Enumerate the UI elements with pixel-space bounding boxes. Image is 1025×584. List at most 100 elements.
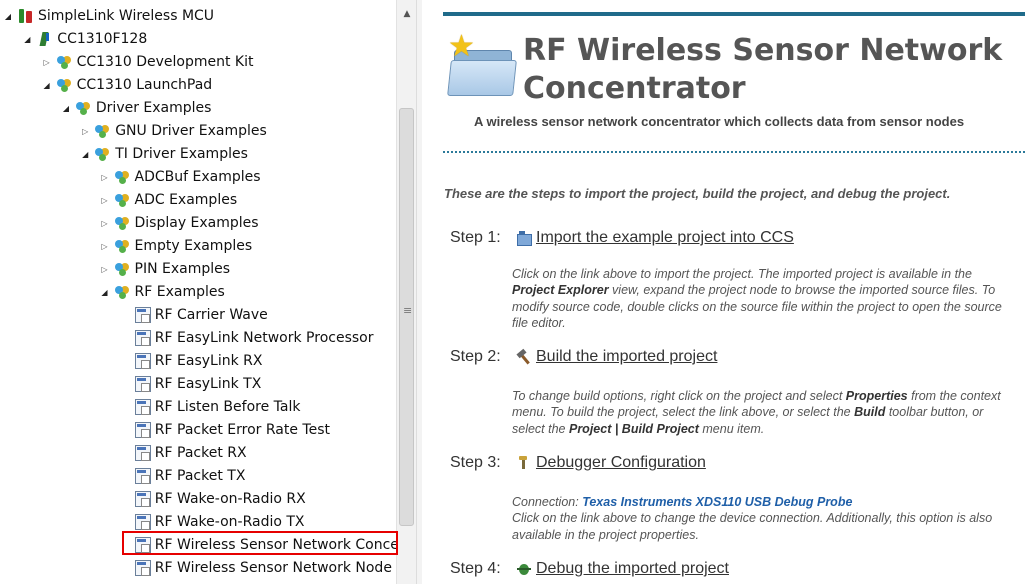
tree-item[interactable]: RF Packet RX: [118, 442, 247, 464]
tree-item[interactable]: RF Listen Before Talk: [118, 396, 301, 418]
debug-project-link[interactable]: Debug the imported project: [536, 560, 729, 578]
tree-item-label: ADC Examples: [134, 192, 238, 208]
tree-item-label: RF Wireless Sensor Network Node: [154, 560, 392, 576]
tree-item-label: RF Wake-on-Radio RX: [154, 491, 306, 507]
step-number: Step 1:: [450, 229, 501, 246]
package-icon: [114, 261, 131, 277]
debugger-configuration-link[interactable]: Debugger Configuration: [536, 454, 706, 472]
tree-item-label: RF Examples: [134, 284, 225, 300]
tree-item[interactable]: RF Wake-on-Radio RX: [118, 488, 306, 510]
collapse-arrow-icon[interactable]: ◢: [79, 150, 91, 159]
tree-item[interactable]: ◢ RF Examples: [99, 281, 225, 303]
example-project-icon: [134, 330, 151, 346]
tree-item-label: RF EasyLink RX: [154, 353, 263, 369]
tree-item[interactable]: ◢ Driver Examples: [60, 97, 212, 119]
step-1-description: Click on the link above to import the pr…: [512, 267, 1002, 331]
collapse-arrow-icon[interactable]: ◢: [41, 81, 53, 90]
tree-item[interactable]: RF EasyLink RX: [118, 350, 263, 372]
tree-item-label: SimpleLink Wireless MCU: [38, 8, 215, 24]
debugger-config-icon: [516, 455, 532, 471]
expand-arrow-icon[interactable]: ▷: [41, 58, 53, 67]
example-project-icon: [134, 307, 151, 323]
step-2-row: Step 2: Build the imported project: [450, 346, 717, 368]
tree-item[interactable]: ◢ TI Driver Examples: [79, 143, 248, 165]
tree-item[interactable]: RF Wake-on-Radio TX: [118, 511, 305, 533]
example-project-icon: [134, 353, 151, 369]
example-project-icon: [134, 468, 151, 484]
tree-item[interactable]: RF Carrier Wave: [118, 304, 268, 326]
step-3-description: Connection: Texas Instruments XDS110 USB…: [512, 495, 993, 542]
project-tree-panel: ◢ SimpleLink Wireless MCU ◢ CC1310F128 ▷ CC13…: [0, 0, 416, 584]
tree-item[interactable]: RF Wireless Sensor Network Node: [118, 557, 392, 579]
tree-item-label: RF Listen Before Talk: [154, 399, 301, 415]
tree-item-label: CC1310F128: [57, 31, 148, 47]
tree-item-label: TI Driver Examples: [115, 146, 248, 162]
scroll-thumb[interactable]: ≡: [399, 108, 414, 526]
build-project-link[interactable]: Build the imported project: [536, 348, 717, 366]
step-number: Step 3:: [450, 454, 501, 471]
tree-item[interactable]: RF EasyLink TX: [118, 373, 261, 395]
project-folder-icon: ★: [446, 32, 517, 96]
package-icon: [114, 284, 131, 300]
device-chip-icon: [37, 31, 53, 47]
expand-arrow-icon[interactable]: ▷: [99, 265, 111, 274]
collapse-arrow-icon[interactable]: ◢: [60, 104, 72, 113]
tree-item[interactable]: ▷ Display Examples: [99, 212, 258, 234]
tree-item-label: RF Packet Error Rate Test: [154, 422, 330, 438]
tree-item[interactable]: ▷ ADCBuf Examples: [99, 166, 260, 188]
tree-item[interactable]: ▷ Empty Examples: [99, 235, 253, 257]
tree-item-label: Empty Examples: [134, 238, 253, 254]
tree-item[interactable]: ▷ PIN Examples: [99, 258, 231, 280]
collapse-arrow-icon[interactable]: ◢: [2, 12, 14, 21]
package-icon: [114, 169, 131, 185]
step-4-row: Step 4: Debug the imported project: [450, 558, 729, 580]
example-project-icon: [134, 422, 151, 438]
step-number: Step 4:: [450, 560, 501, 577]
dotted-divider: [443, 151, 1025, 153]
tree-item-label: CC1310 Development Kit: [76, 54, 254, 70]
debug-bug-icon: [516, 561, 532, 577]
import-project-link[interactable]: Import the example project into CCS: [536, 229, 794, 247]
expand-arrow-icon[interactable]: ▷: [99, 173, 111, 182]
page-title: RF Wireless Sensor Network Concentrator: [523, 33, 1003, 106]
tree-item[interactable]: ▷ CC1310 Development Kit: [41, 51, 254, 73]
tree-item[interactable]: RF Packet TX: [118, 465, 245, 487]
page-subtitle: A wireless sensor network concentrator w…: [474, 114, 965, 129]
expand-arrow-icon[interactable]: ▷: [99, 219, 111, 228]
header-rule: [443, 12, 1025, 16]
example-project-icon: [134, 560, 151, 576]
hammer-icon: [516, 349, 532, 365]
tree-item[interactable]: ◢ SimpleLink Wireless MCU: [2, 5, 214, 27]
tree-item[interactable]: RF Packet Error Rate Test: [118, 419, 330, 441]
tree-item[interactable]: ▷ GNU Driver Examples: [79, 120, 267, 142]
collapse-arrow-icon[interactable]: ◢: [99, 288, 111, 297]
tree-item-label: GNU Driver Examples: [115, 123, 267, 139]
tree-item-label: CC1310 LaunchPad: [76, 77, 213, 93]
package-icon: [114, 215, 131, 231]
tree-item[interactable]: ◢ CC1310F128: [21, 28, 147, 50]
package-icon: [95, 146, 111, 162]
step-2-description: To change build options, right click on …: [512, 389, 1001, 436]
example-project-icon: [134, 399, 151, 415]
tree-item-label: RF Packet RX: [154, 445, 247, 461]
expand-arrow-icon[interactable]: ▷: [99, 242, 111, 251]
tree-item-label: RF Carrier Wave: [154, 307, 268, 323]
step-1-row: Step 1: Import the example project into …: [450, 227, 794, 249]
collapse-arrow-icon[interactable]: ◢: [21, 35, 33, 44]
tree-item-label: RF Wake-on-Radio TX: [154, 514, 305, 530]
tree-item[interactable]: RF EasyLink Network Processor: [118, 327, 374, 349]
expand-arrow-icon[interactable]: ▷: [99, 196, 111, 205]
tree-item-label: Driver Examples: [95, 100, 212, 116]
scroll-up-arrow-icon[interactable]: ▲: [397, 0, 417, 28]
step-3-row: Step 3: Debugger Configuration: [450, 452, 706, 474]
example-project-icon: [134, 491, 151, 507]
selection-highlight-box: [122, 531, 398, 555]
package-icon: [114, 192, 131, 208]
package-icon: [56, 77, 73, 93]
expand-arrow-icon[interactable]: ▷: [79, 127, 91, 136]
simplelink-root-icon: [18, 8, 34, 24]
tree-item[interactable]: ▷ ADC Examples: [99, 189, 238, 211]
tree-scrollbar[interactable]: ▲ ≡: [396, 0, 417, 584]
tree-item[interactable]: ◢ CC1310 LaunchPad: [41, 74, 213, 96]
tree-item-label: PIN Examples: [134, 261, 231, 277]
